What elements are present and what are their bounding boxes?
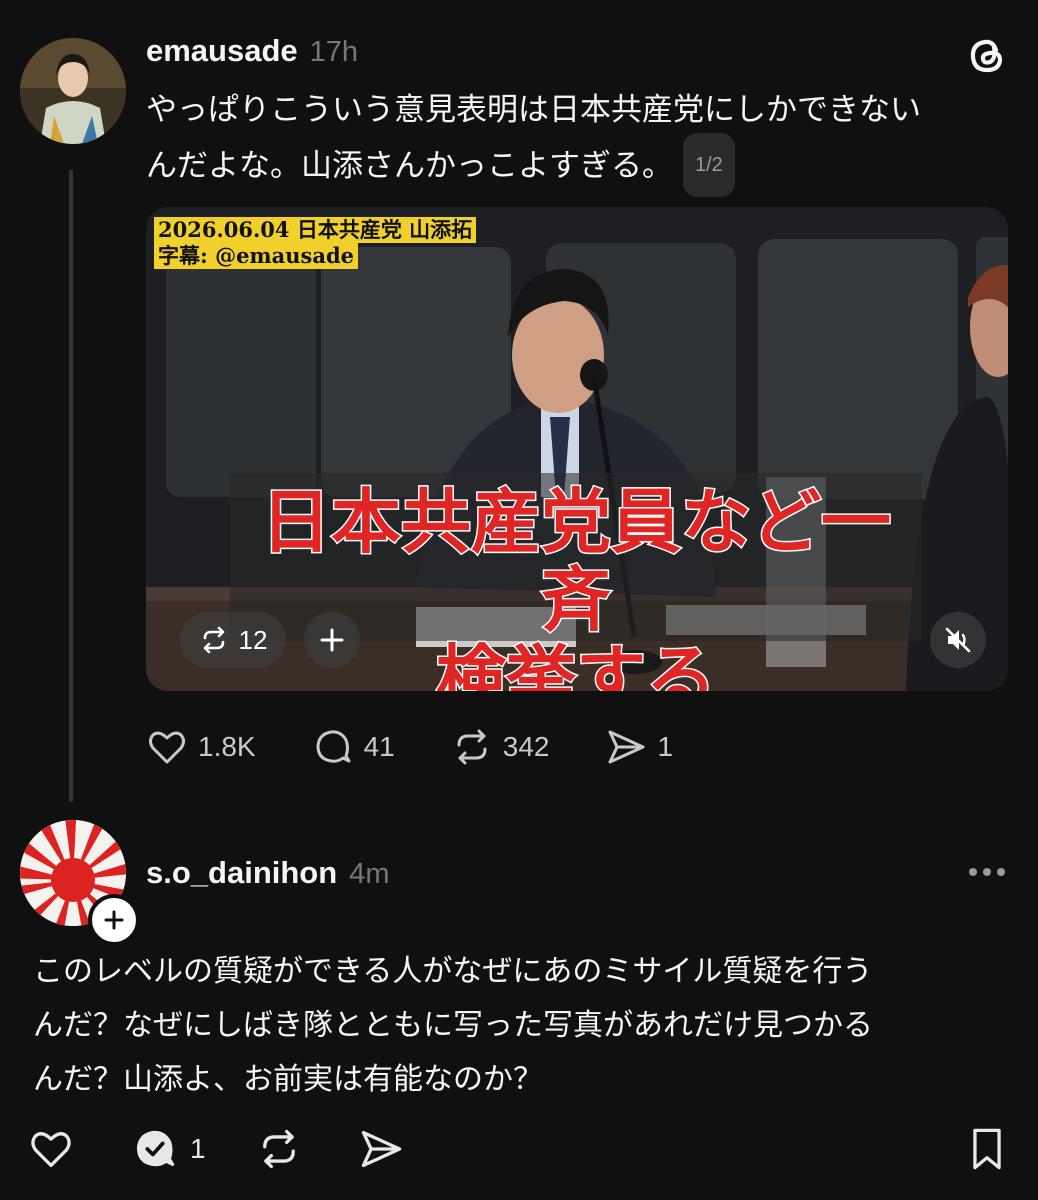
heart-icon: [149, 731, 185, 764]
share-button[interactable]: 1: [605, 726, 673, 768]
bookmark-icon: [973, 1128, 1001, 1170]
plus-icon: [104, 910, 124, 930]
repost-icon: [457, 729, 487, 765]
heart-icon: [31, 1132, 71, 1168]
reply-comment-count: 1: [190, 1133, 206, 1164]
reply-username[interactable]: s.o_dainihon: [146, 855, 337, 891]
muted-speaker-icon: [945, 627, 971, 653]
reply-button[interactable]: 41: [312, 726, 395, 768]
reply-header: s.o_dainihon 4m: [146, 855, 389, 891]
reply-time: 4m: [349, 858, 390, 890]
reply-text: このレベルの質疑ができる人がなぜにあのミサイル質疑を行う んだ？なぜにしばき隊と…: [33, 945, 1023, 1107]
reply-actions: 1: [28, 1126, 1008, 1172]
post-header: emausade 17h: [146, 33, 358, 69]
send-icon: [608, 730, 645, 764]
media-pager: 1/2: [683, 133, 735, 197]
reply-share-button[interactable]: [358, 1126, 404, 1172]
threads-logo-icon[interactable]: [966, 35, 1008, 77]
plus-icon: [320, 628, 344, 652]
mute-button[interactable]: [930, 612, 986, 668]
repost-icon: [263, 1129, 295, 1169]
follow-button[interactable]: [88, 894, 140, 946]
reply-comment-button[interactable]: 1: [132, 1126, 206, 1172]
thread-line: [69, 170, 73, 802]
post-text-line: やっぱりこういう意見表明は日本共産党にしかできない: [146, 92, 921, 127]
video-repost-count: 12: [238, 624, 268, 655]
post-actions: 1.8K 41 342 1: [146, 726, 673, 768]
send-icon: [361, 1130, 402, 1168]
reply-like-button[interactable]: [28, 1126, 74, 1172]
comment-icon: [316, 730, 351, 763]
repost-icon: [203, 626, 224, 654]
post-text: やっぱりこういう意見表明は日本共産党にしかできない んだよな。山添さんかっこよす…: [146, 84, 1016, 200]
share-count: 1: [657, 731, 674, 762]
more-options-icon[interactable]: [966, 860, 1008, 884]
caption-credit: 字幕: @emausade: [154, 243, 358, 269]
reply-text-line: んだ？山添よ、お前実は有能なのか？: [33, 1063, 543, 1096]
like-count: 1.8K: [198, 731, 256, 762]
caption-date: 2026.06.04 日本共産党 山添拓: [154, 217, 477, 243]
avatar[interactable]: [20, 38, 126, 144]
post-text-line: んだよな。山添さんかっこよすぎる。 1/2: [146, 133, 1016, 200]
repost-button[interactable]: 342: [451, 726, 550, 768]
add-button[interactable]: [304, 612, 360, 668]
reply-text-line: このレベルの質疑ができる人がなぜにあのミサイル質疑を行う: [33, 955, 873, 988]
reply-repost-button[interactable]: [256, 1126, 302, 1172]
post-time: 17h: [309, 36, 359, 68]
reply-text-line: んだ？なぜにしばき隊とともに写った写真があれだけ見つかる: [33, 1009, 873, 1042]
video-repost-button[interactable]: 12: [180, 612, 286, 668]
repost-count: 342: [502, 731, 550, 762]
post-username[interactable]: emausade: [146, 33, 298, 69]
video-player[interactable]: 2026.06.04 日本共産党 山添拓 字幕: @emausade 日本共産党…: [146, 207, 1008, 691]
comment-check-icon: [136, 1130, 175, 1167]
bookmark-button[interactable]: [966, 1126, 1008, 1172]
like-button[interactable]: 1.8K: [146, 726, 256, 768]
video-caption: 2026.06.04 日本共産党 山添拓 字幕: @emausade: [154, 217, 477, 269]
reply-count: 41: [363, 731, 395, 762]
